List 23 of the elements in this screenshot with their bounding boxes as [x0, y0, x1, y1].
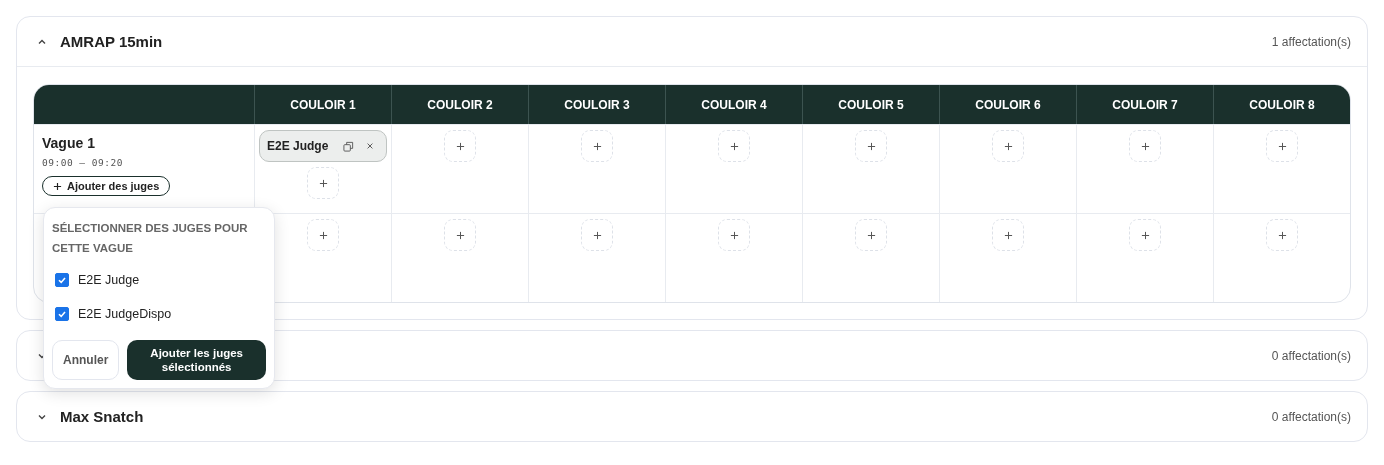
assignment-count: 0 affectation(s): [1271, 348, 1351, 363]
column-header: COULOIR 8: [1249, 97, 1315, 112]
popover-title: SÉLECTIONNER DES JUGES POUR CETTE VAGUE: [52, 221, 249, 256]
column-header: COULOIR 5: [838, 97, 904, 112]
judge-option-label: E2E JudgeDispo: [78, 307, 172, 321]
section-title[interactable]: Max Snatch: [60, 408, 144, 425]
column-header: COULOIR 4: [701, 97, 767, 112]
cancel-button[interactable]: Annuler: [52, 340, 120, 380]
column-header: COULOIR 7: [1112, 97, 1178, 112]
judge-option-label: E2E Judge: [78, 273, 140, 287]
assignment-count: 1 affectation(s): [1271, 34, 1351, 49]
wave-title: Vague 1: [42, 135, 95, 152]
column-header: COULOIR 1: [290, 97, 356, 112]
section-title[interactable]: AMRAP 15min: [60, 33, 163, 50]
judge-chip[interactable]: E2E Judge: [259, 130, 387, 162]
add-judges-button[interactable]: Ajouter des juges: [42, 176, 171, 197]
column-header: COULOIR 2: [427, 97, 493, 112]
confirm-button[interactable]: Ajouter les juges sélectionnés: [127, 340, 266, 380]
judge-name: E2E Judge: [267, 139, 329, 153]
assignment-count: 0 affectation(s): [1271, 409, 1351, 424]
column-header: COULOIR 6: [975, 97, 1041, 112]
wave-time: 09:00 – 09:20: [42, 156, 123, 169]
column-header: COULOIR 3: [564, 97, 630, 112]
